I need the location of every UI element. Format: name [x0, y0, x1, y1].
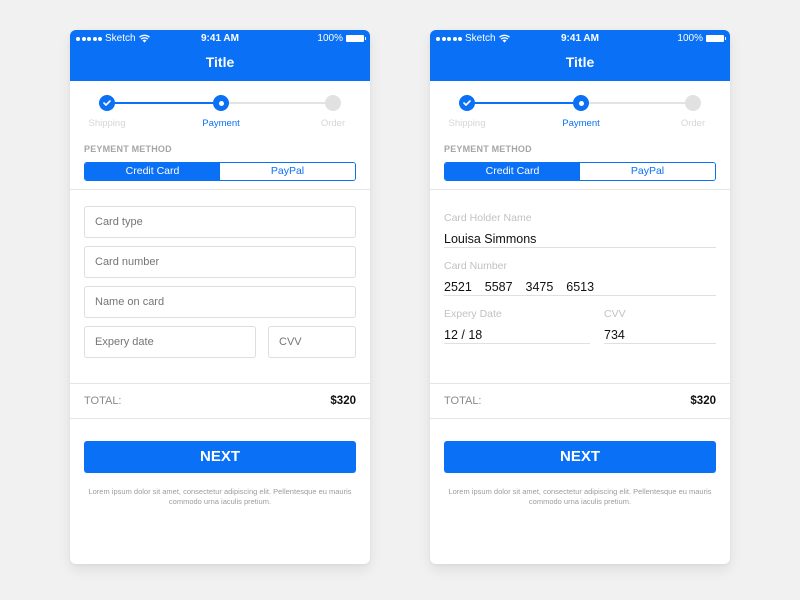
navigation-bar: Sketch 9:41 AM 100% Title	[70, 30, 370, 81]
cvv-field[interactable]: 734	[604, 322, 716, 344]
paypal-tab[interactable]: PayPal	[580, 163, 715, 180]
card-number-label: Card Number	[444, 260, 508, 272]
payment-screen-empty: Sketch 9:41 AM 100% Title Shipping Payme…	[70, 30, 370, 564]
cvv-label: CVV	[604, 308, 626, 320]
footnote-text: Lorem ipsum dolor sit amet, consectetur …	[448, 487, 712, 506]
checkmark-icon	[463, 100, 471, 106]
checkmark-icon	[103, 100, 111, 106]
current-step-dot-icon	[578, 100, 584, 106]
credit-card-tab[interactable]: Credit Card	[445, 163, 580, 180]
step-order-label: Order	[320, 118, 346, 129]
step-payment-indicator[interactable]	[573, 95, 589, 111]
expiry-date-field[interactable]: 12 / 18	[444, 322, 590, 344]
step-payment-indicator[interactable]	[213, 95, 229, 111]
battery-icon	[346, 35, 366, 42]
order-total: TOTAL: $320	[430, 384, 730, 418]
stepper-progress-line	[107, 102, 220, 104]
total-amount: $320	[690, 395, 716, 407]
current-step-dot-icon	[218, 100, 224, 106]
battery-icon	[706, 35, 726, 42]
step-shipping-indicator[interactable]	[459, 95, 475, 111]
payment-screen-filled: Sketch 9:41 AM 100% Title Shipping Payme…	[430, 30, 730, 564]
step-order-label: Order	[680, 118, 706, 129]
card-number-input[interactable]	[84, 246, 356, 278]
page-title: Title	[565, 54, 595, 70]
divider	[70, 418, 370, 419]
card-number-field[interactable]: 2521 5587 3475 6513	[444, 274, 716, 296]
card-form	[70, 190, 370, 383]
step-shipping-label: Shipping	[448, 118, 486, 129]
status-bar: Sketch 9:41 AM 100%	[430, 30, 730, 48]
credit-card-tab[interactable]: Credit Card	[85, 163, 220, 180]
step-order-indicator	[325, 95, 341, 111]
battery-percent: 100%	[677, 33, 703, 44]
cvv-input[interactable]	[268, 326, 356, 358]
total-label: TOTAL:	[84, 395, 122, 407]
checkout-stepper: Shipping Payment Order	[70, 81, 370, 141]
card-type-input[interactable]	[84, 206, 356, 238]
divider	[430, 418, 730, 419]
total-amount: $320	[330, 395, 356, 407]
payment-method-selector: Credit Card PayPal	[444, 162, 716, 181]
card-holder-field[interactable]: Louisa Simmons	[444, 226, 716, 248]
next-button[interactable]: NEXT	[84, 441, 356, 473]
order-total: TOTAL: $320	[70, 384, 370, 418]
stepper-remaining-line	[580, 102, 693, 104]
paypal-tab[interactable]: PayPal	[220, 163, 355, 180]
total-label: TOTAL:	[444, 395, 482, 407]
step-shipping-label: Shipping	[88, 118, 126, 129]
footnote-text: Lorem ipsum dolor sit amet, consectetur …	[88, 487, 352, 506]
navigation-bar: Sketch 9:41 AM 100% Title	[430, 30, 730, 81]
next-button[interactable]: NEXT	[444, 441, 716, 473]
name-on-card-input[interactable]	[84, 286, 356, 318]
step-shipping-indicator[interactable]	[99, 95, 115, 111]
expiry-date-input[interactable]	[84, 326, 256, 358]
page-title: Title	[205, 54, 235, 70]
step-payment-label: Payment	[202, 118, 240, 129]
step-payment-label: Payment	[562, 118, 600, 129]
card-holder-label: Card Holder Name	[444, 212, 532, 224]
payment-method-heading: PEYMENT METHOD	[444, 144, 532, 154]
card-form: Card Holder Name Louisa Simmons Card Num…	[430, 190, 730, 383]
payment-method-selector: Credit Card PayPal	[84, 162, 356, 181]
checkout-stepper: Shipping Payment Order	[430, 81, 730, 141]
step-order-indicator	[685, 95, 701, 111]
stepper-remaining-line	[220, 102, 333, 104]
status-bar: Sketch 9:41 AM 100%	[70, 30, 370, 48]
expiry-date-label: Expery Date	[444, 308, 502, 320]
battery-percent: 100%	[317, 33, 343, 44]
payment-method-heading: PEYMENT METHOD	[84, 144, 172, 154]
stepper-progress-line	[467, 102, 580, 104]
